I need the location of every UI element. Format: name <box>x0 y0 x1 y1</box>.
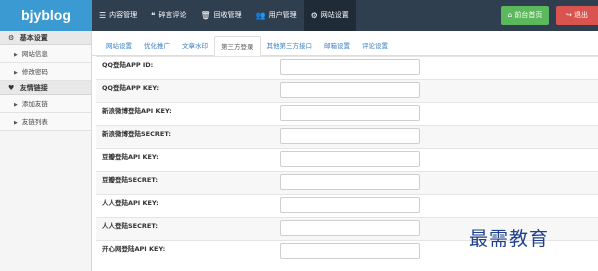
nav-item-users[interactable]: 👥 用户管理 <box>249 0 304 31</box>
trash-icon: 🗑 <box>200 11 211 20</box>
sidebar-item-label: 网站信息 <box>21 50 48 58</box>
logout-button[interactable]: ↪ 退出 <box>556 6 598 25</box>
comment-icon: ❝ <box>151 11 156 20</box>
sidebar-item-change-password[interactable]: ▶ 修改密码 <box>0 63 91 81</box>
form-row: QQ登陆APP ID: <box>96 56 598 79</box>
qq-app-key-input[interactable] <box>280 82 420 98</box>
form-row: 豆瓣登陆API KEY: <box>96 148 598 171</box>
gear-icon: ⚙ <box>8 34 15 42</box>
form-row: QQ登陆APP KEY: <box>96 79 598 102</box>
top-navbar: bjyblog ☰ 内容管理 ❝ 碎言评论 🗑 回收管理 👥 用户管理 ⚙ 网站… <box>0 0 598 31</box>
qq-app-id-input[interactable] <box>280 59 420 75</box>
logout-button-label: 退出 <box>574 11 589 19</box>
nav-item-site-settings[interactable]: ⚙ 网站设置 <box>303 0 356 31</box>
douban-api-key-input[interactable] <box>280 151 420 167</box>
home-icon: ⌂ <box>507 11 513 19</box>
tab-seo[interactable]: 优化推广 <box>138 36 176 56</box>
tab-comments[interactable]: 评论设置 <box>356 36 394 56</box>
field-label: 人人登陆API KEY: <box>102 199 159 207</box>
form-row: 人人登陆API KEY: <box>96 194 598 217</box>
heart-icon: ♥ <box>8 84 15 92</box>
frontend-home-button[interactable]: ⌂ 前台首页 <box>501 6 549 25</box>
field-label: 豆瓣登陆SECRET: <box>102 176 159 184</box>
sidebar: ⚙ 基本设置 ▶ 网站信息 ▶ 修改密码 ♥ 友情链接 ▶ 添加友链 ▶ 友链列表 <box>0 31 92 271</box>
sidebar-item-link-list[interactable]: ▶ 友链列表 <box>0 113 91 131</box>
sidebar-group-label: 基本设置 <box>19 34 48 42</box>
field-label: 新浪微博登陆API KEY: <box>102 107 172 115</box>
nav-label: 内容管理 <box>109 11 138 19</box>
nav-item-content[interactable]: ☰ 内容管理 <box>92 0 144 31</box>
site-logo[interactable]: bjyblog <box>0 0 92 31</box>
users-icon: 👥 <box>255 11 266 20</box>
list-icon: ☰ <box>99 11 107 20</box>
sidebar-item-label: 添加友链 <box>21 100 48 108</box>
nav-label: 用户管理 <box>268 11 297 19</box>
field-label: 人人登陆SECRET: <box>102 222 159 230</box>
tab-watermark[interactable]: 文章水印 <box>176 36 214 56</box>
form-row: 新浪微博登陆SECRET: <box>96 125 598 148</box>
douban-secret-input[interactable] <box>280 174 420 190</box>
nav-item-recycle[interactable]: 🗑 回收管理 <box>193 0 248 31</box>
renren-secret-input[interactable] <box>280 220 420 236</box>
tab-email[interactable]: 邮箱设置 <box>318 36 356 56</box>
sidebar-group-basic-settings[interactable]: ⚙ 基本设置 <box>0 31 91 45</box>
caret-right-icon: ▶ <box>14 120 18 126</box>
settings-tabs: 网站设置 优化推广 文章水印 第三方登录 其他第三方接口 邮箱设置 评论设置 <box>92 31 598 56</box>
sidebar-item-label: 友链列表 <box>21 118 48 126</box>
nav-label: 回收管理 <box>213 11 242 19</box>
field-label: 新浪微博登陆SECRET: <box>102 130 172 138</box>
field-label: QQ登陆APP ID: <box>102 61 154 69</box>
caret-right-icon: ▶ <box>14 102 18 108</box>
nav-item-comments[interactable]: ❝ 碎言评论 <box>144 0 193 31</box>
field-label: 开心网登陆API KEY: <box>102 245 166 253</box>
sidebar-group-friend-links[interactable]: ♥ 友情链接 <box>0 81 91 95</box>
home-button-label: 前台首页 <box>514 11 543 19</box>
sidebar-item-label: 修改密码 <box>21 68 48 76</box>
main-nav: ☰ 内容管理 ❝ 碎言评论 🗑 回收管理 👥 用户管理 ⚙ 网站设置 <box>92 0 356 31</box>
tab-site-settings[interactable]: 网站设置 <box>100 36 138 56</box>
sidebar-group-label: 友情链接 <box>19 84 48 92</box>
watermark-text: 最需教育 <box>469 228 550 250</box>
tab-third-party-login[interactable]: 第三方登录 <box>214 36 261 56</box>
caret-right-icon: ▶ <box>14 52 18 58</box>
sidebar-item-site-info[interactable]: ▶ 网站信息 <box>0 45 91 63</box>
renren-api-key-input[interactable] <box>280 197 420 213</box>
gears-icon: ⚙ <box>310 11 318 20</box>
form-row: 豆瓣登陆SECRET: <box>96 171 598 194</box>
kaixin-api-key-input[interactable] <box>280 243 420 259</box>
form-row: 新浪微博登陆API KEY: <box>96 102 598 125</box>
field-label: 豆瓣登陆API KEY: <box>102 153 159 161</box>
sina-api-key-input[interactable] <box>280 105 420 121</box>
logout-icon: ↪ <box>565 11 572 19</box>
nav-label: 碎言评论 <box>158 11 187 19</box>
sina-secret-input[interactable] <box>280 128 420 144</box>
nav-label: 网站设置 <box>320 11 349 19</box>
tab-other-apis[interactable]: 其他第三方接口 <box>261 36 319 56</box>
sidebar-item-add-link[interactable]: ▶ 添加友链 <box>0 95 91 113</box>
field-label: QQ登陆APP KEY: <box>102 84 160 92</box>
caret-right-icon: ▶ <box>14 70 18 76</box>
